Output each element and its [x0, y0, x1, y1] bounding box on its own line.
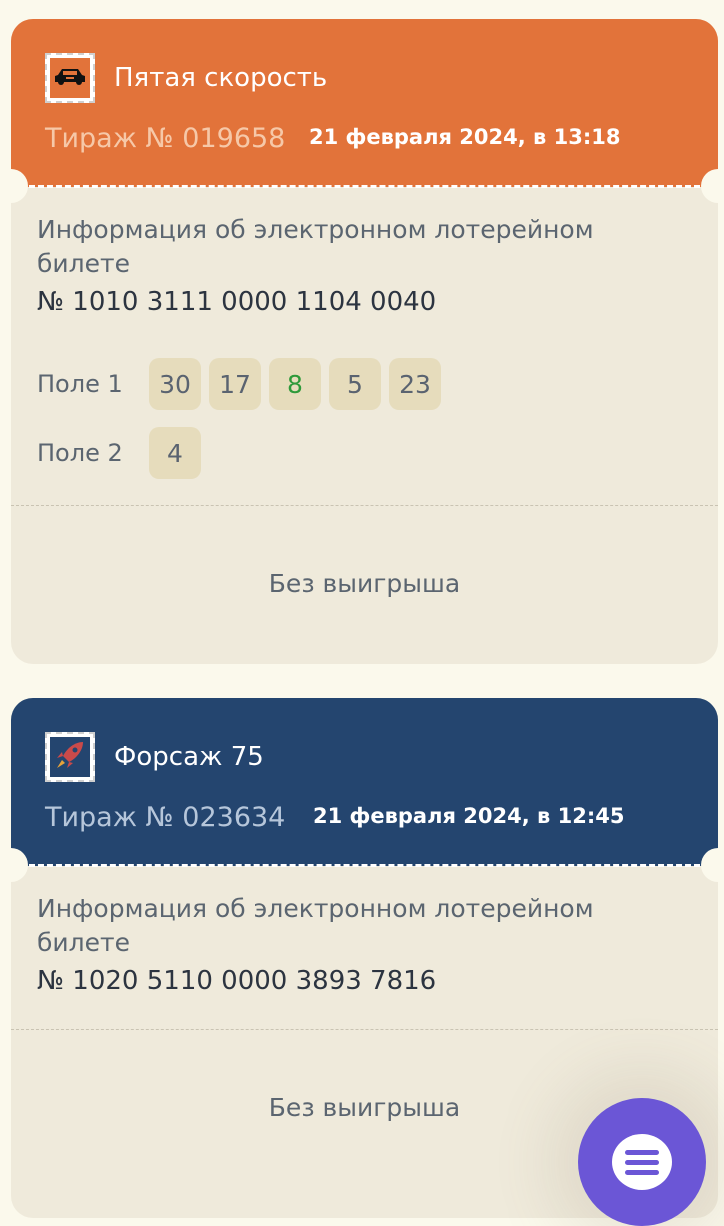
number-ball: 23: [389, 358, 441, 410]
result-status: Без выигрыша: [268, 569, 461, 598]
car-icon: [53, 66, 87, 90]
game-title: Пятая скорость: [114, 63, 328, 93]
game-stamp: [45, 732, 95, 782]
chat-button[interactable]: [578, 1098, 706, 1226]
ticket-header: Форсаж 75 Тираж № 023634 21 февраля 2024…: [11, 698, 718, 866]
draw-date: 21 февраля 2024, в 13:18: [309, 125, 621, 149]
draw-number: Тираж № 023634: [45, 802, 286, 833]
rocket-icon: [53, 738, 87, 776]
number-ball-matched: 8: [269, 358, 321, 410]
game-stamp: [45, 53, 95, 103]
perforation-line: [29, 185, 700, 188]
draw-number: Тираж № 019658: [45, 123, 286, 154]
number-ball: 17: [209, 358, 261, 410]
field-row: Поле 1 30 17 8 5 23: [37, 358, 449, 410]
ticket-number: № 1010 3111 0000 1104 0040: [37, 287, 437, 317]
number-ball: 30: [149, 358, 201, 410]
number-ball: 5: [329, 358, 381, 410]
number-ball: 4: [149, 427, 201, 479]
field-row: Поле 2 4: [37, 427, 209, 479]
ticket-info-label: Информация об электронном лотерейном бил…: [37, 894, 594, 957]
field-label: Поле 1: [37, 370, 123, 398]
chat-icon: [612, 1134, 672, 1190]
ticket-number: № 1020 5110 0000 3893 7816: [37, 966, 437, 996]
draw-date: 21 февраля 2024, в 12:45: [313, 804, 625, 828]
ticket-card[interactable]: Пятая скорость Тираж № 019658 21 февраля…: [11, 19, 718, 664]
field-label: Поле 2: [37, 439, 123, 467]
game-title: Форсаж 75: [114, 742, 264, 772]
section-divider: [11, 505, 718, 506]
ticket-header: Пятая скорость Тираж № 019658 21 февраля…: [11, 19, 718, 187]
perforation-line: [29, 864, 700, 867]
section-divider: [11, 1029, 718, 1030]
ticket-info-label: Информация об электронном лотерейном бил…: [37, 215, 594, 278]
